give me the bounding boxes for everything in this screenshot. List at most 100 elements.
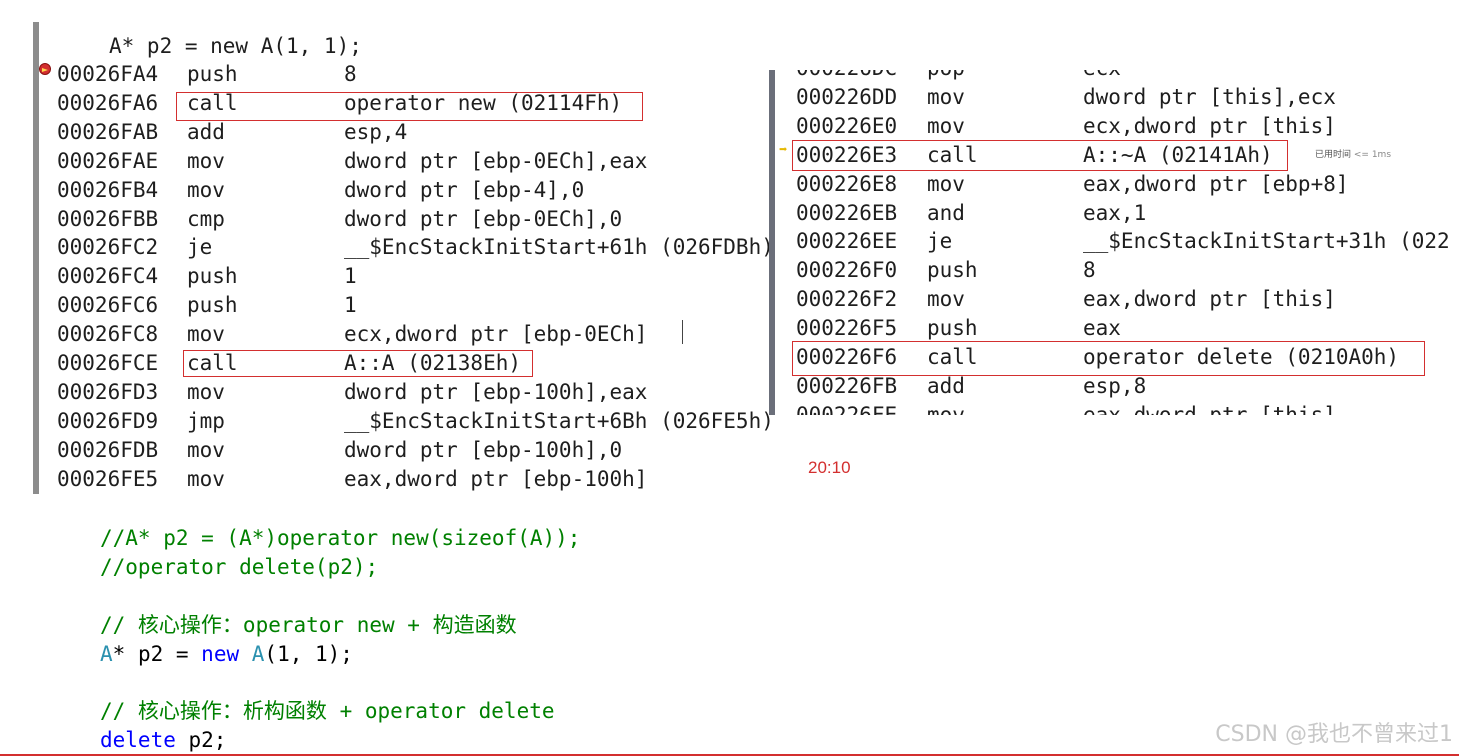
disasm-address: 000226DD [796,84,898,109]
next-statement-arrow-icon: ➡ [779,142,788,158]
code-new-statement: A* p2 = new A(1, 1); [100,640,353,669]
code-comment-3: // 核心操作：operator new + 构造函数 [100,613,517,637]
disasm-operands: ecx,dword ptr [ebp-0ECh] [344,322,648,347]
disasm-address: 000226E3 [796,142,898,167]
disasm-address: 00026FBB [57,206,159,231]
disasm-address: 00026FC2 [57,235,159,260]
disasm-operands: eax,dword ptr [ebp+8] [1083,171,1349,196]
disasm-address: 000226E0 [796,113,898,138]
disasm-mnemonic: push [187,62,238,86]
disasm-mnemonic: and [927,200,965,225]
disasm-address: 00026FAB [57,119,159,144]
disasm-mnemonic: push [927,258,978,283]
disasm-operands: ecx,dword ptr [this] [1083,113,1336,138]
disasm-operands: dword ptr [ebp-0ECh],eax [344,148,648,173]
disasm-operands: dword ptr [this],ecx [1083,84,1336,109]
code-delete-statement: delete p2; [100,726,226,755]
current-instruction-icon [39,63,51,75]
code-comment-2: //operator delete(p2); [100,555,379,579]
disasm-address: 00026FD9 [57,408,159,433]
disasm-mnemonic: call [187,351,238,375]
time-label: 20:10 [808,458,851,477]
disasm-address: 000226F6 [796,345,898,369]
code-comment-1: //A* p2 = (A*)operator new(sizeof(A)); [100,526,581,550]
disasm-operands: esp,8 [1083,373,1147,398]
perf-tip-value: <= 1ms [1353,150,1392,160]
disasm-address: 00026FAE [57,148,159,173]
disasm-address: 000226F5 [796,316,898,341]
disasm-address: 00026FC4 [57,264,159,289]
disasm-mnemonic: push [187,293,238,318]
disasm-operands: A::A (02138Eh) [344,351,522,375]
disasm-address: 00026FA6 [57,90,159,115]
disasm-address: 000226DC [796,70,897,83]
code-keyword-new: new [201,642,240,666]
disasm-operands: dword ptr [ebp-100h],eax [344,379,648,404]
disasm-operands: dword ptr [ebp-4],0 [344,177,585,202]
disasm-operands: eax [1083,316,1121,341]
disasm-address: 00026FC8 [57,322,159,347]
disasm-mnemonic: mov [187,322,225,347]
disasm-mnemonic: add [187,119,225,144]
disasm-operands: 1 [344,293,357,318]
disasm-operands: __$EncStackInitStart+6Bh (026FE5h) [344,408,774,433]
disasm-address: 000226EE [796,229,898,254]
disasm-operands: ecx [1083,70,1121,83]
disasm-operands: eax,dword ptr [ebp-100h] [344,466,648,491]
disasm-address: 00026FCE [57,351,159,375]
disasm-mnemonic: mov [927,113,965,138]
disasm-address: 000226FB [796,373,898,398]
disasm-mnemonic: call [927,345,978,369]
disasm-address: 000226F0 [796,258,898,283]
code-keyword-delete: delete [100,728,176,752]
disasm-mnemonic: mov [927,171,965,196]
code-delete-target: p2; [175,728,227,752]
disasm-operands: operator delete (0210A0h) [1083,345,1400,369]
disasm-mnemonic: cmp [187,206,225,231]
disasm-address: 000226FE [796,402,898,415]
code-ctor-a: A [251,642,265,666]
disasm-operands: __$EncStackInitStart+61h (026FDBh) [344,235,774,260]
disasm-operands: 8 [344,62,357,86]
disasm-operands: eax,dword ptr [this] [1083,402,1336,415]
disasm-mnemonic: mov [927,402,965,415]
disasm-operands: dword ptr [ebp-0ECh],0 [344,206,623,231]
left-disassembly-panel: A* p2 = new A(1, 1); 00026FA4 push 8 00026F… [33,22,783,494]
disasm-address: 00026FD3 [57,379,159,404]
right-margin-bar [769,70,775,415]
disasm-address: 000226EB [796,200,898,225]
disasm-address: 00026FE5 [57,466,159,491]
disasm-address: 00026FDB [57,437,159,462]
perf-tip: 已用时间 <= 1ms [1315,147,1391,160]
disasm-operands: esp,4 [344,119,408,144]
disasm-operands: operator new (02114Fh) [344,90,623,115]
disasm-mnemonic: je [187,235,213,260]
disasm-address: 000226E8 [796,171,898,196]
disasm-mnemonic: mov [187,379,225,404]
disasm-mnemonic: mov [187,177,225,202]
watermark: CSDN @我也不曾来过1 [1215,722,1453,747]
disasm-mnemonic: call [187,90,238,115]
disasm-mnemonic: push [927,316,978,341]
source-line: A* p2 = new A(1, 1); [109,34,362,58]
code-ctor-args: (1, 1); [264,642,353,666]
code-type-a: A [100,642,113,666]
right-disassembly-panel: 000226DC pop ecx 000226DD mov dword ptr [this… [769,70,1459,415]
disasm-operands: eax,1 [1083,200,1147,225]
disasm-operands: dword ptr [ebp-100h],0 [344,437,623,462]
code-comment-4: // 核心操作：析构函数 + operator delete [100,699,555,723]
disasm-address: 00026FC6 [57,293,159,318]
code-var-decl: * p2 = [112,642,202,666]
disasm-address: 00026FB4 [57,177,159,202]
disasm-mnemonic: call [927,142,978,167]
disasm-address: 000226F2 [796,287,898,312]
disasm-mnemonic: mov [927,84,965,109]
disasm-mnemonic: mov [927,287,965,312]
disasm-mnemonic: pop [927,70,965,83]
disasm-operands: 8 [1083,258,1096,283]
disasm-mnemonic: mov [187,437,225,462]
disasm-mnemonic: push [187,264,238,289]
disasm-mnemonic: mov [187,466,225,491]
disasm-operands: A::~A (02141Ah) [1083,142,1273,167]
left-margin-bar [33,22,39,494]
